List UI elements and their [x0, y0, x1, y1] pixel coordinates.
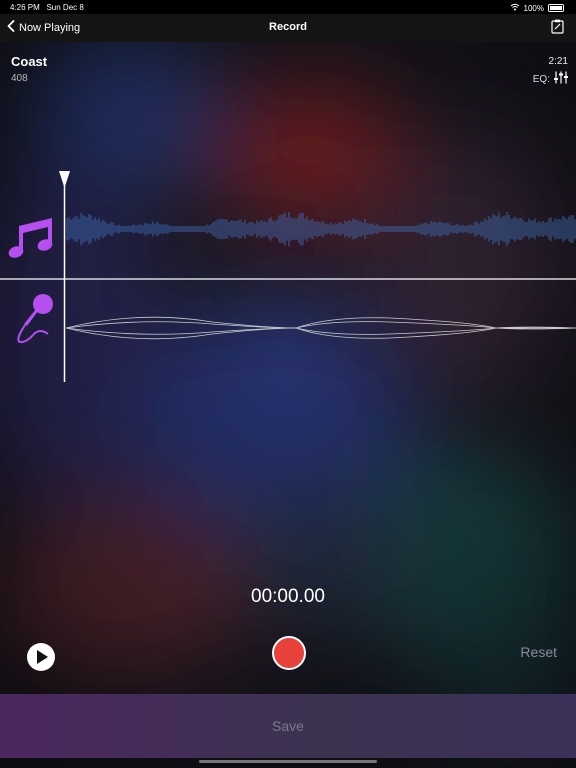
microphone-icon	[17, 294, 53, 344]
status-bar: 4:26 PM Sun Dec 8 100%	[0, 0, 576, 14]
recording-timer: 00:00.00	[251, 586, 325, 607]
navigation-bar: Now Playing Record	[0, 14, 576, 42]
home-indicator	[199, 760, 377, 763]
music-waveform	[66, 211, 576, 247]
play-icon	[37, 650, 48, 664]
eq-button[interactable]: EQ:	[533, 71, 568, 87]
track-area[interactable]	[0, 168, 576, 388]
play-button[interactable]	[27, 643, 55, 671]
save-label: Save	[272, 718, 304, 734]
clipboard-icon[interactable]	[551, 19, 564, 39]
status-time-date: 4:26 PM Sun Dec 8	[10, 3, 84, 12]
battery-percent: 100%	[523, 3, 544, 13]
status-right: 100%	[510, 3, 564, 13]
reset-button[interactable]: Reset	[520, 644, 557, 660]
wifi-icon	[510, 3, 520, 13]
playhead-marker[interactable]	[59, 171, 70, 188]
page-title: Record	[269, 21, 307, 33]
song-title: Coast	[11, 54, 48, 69]
song-duration: 2:21	[548, 56, 568, 67]
song-subtitle: 408	[11, 73, 28, 84]
battery-icon	[548, 4, 564, 12]
status-date: Sun Dec 8	[46, 3, 84, 12]
record-button[interactable]	[272, 636, 306, 670]
eq-label: EQ:	[532, 73, 550, 85]
music-note-icon	[8, 218, 53, 258]
status-time: 4:26 PM	[10, 3, 40, 12]
save-button[interactable]: Save	[0, 694, 576, 758]
voice-waveform	[65, 316, 576, 340]
sliders-icon	[554, 71, 568, 87]
